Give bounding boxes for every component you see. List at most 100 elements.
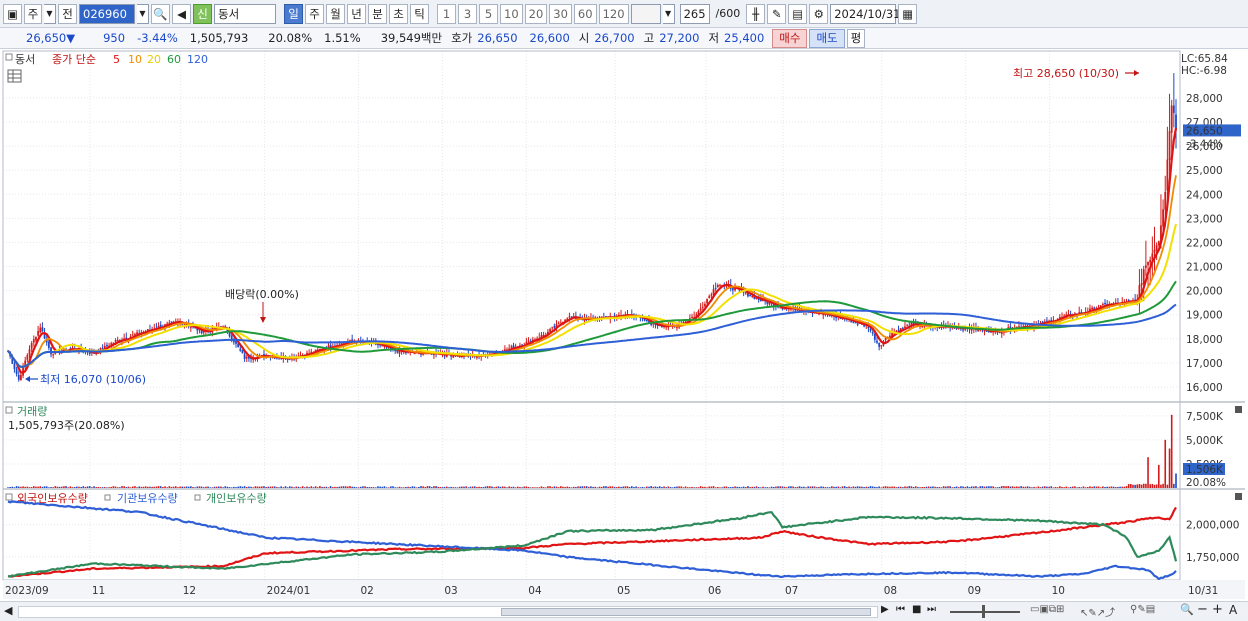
interval-1[interactable]: 1	[437, 3, 456, 24]
zoom-slider-handle[interactable]	[982, 605, 985, 618]
layout-icons[interactable]: ▭▣⧉⊞	[1030, 604, 1064, 615]
volume-bar	[1112, 486, 1115, 488]
fast-forward-icon[interactable]: ⏭	[927, 604, 936, 615]
count-input[interactable]: 265	[679, 3, 710, 24]
volume-bar	[938, 487, 941, 488]
volume-bar	[1147, 457, 1149, 488]
sell-button[interactable]: 매도	[809, 28, 845, 48]
volume-bar	[151, 486, 153, 488]
legend-stock-name[interactable]: 동서	[15, 53, 35, 66]
prev-button[interactable]: 전	[58, 3, 77, 24]
volume-bar	[788, 486, 790, 488]
type-dropdown-icon[interactable]: ▼	[44, 3, 56, 24]
period-tick[interactable]: 틱	[410, 3, 429, 24]
table-icon[interactable]	[7, 69, 22, 83]
volume-bar	[510, 486, 513, 488]
period-month[interactable]: 월	[326, 3, 345, 24]
period-day[interactable]: 일	[284, 3, 303, 24]
candle-type-icon[interactable]: ╫	[746, 3, 766, 24]
drawing-icons[interactable]: ↖✎↗⤴	[1080, 604, 1115, 619]
volume-bar	[484, 486, 487, 488]
interval-10[interactable]: 10	[500, 3, 523, 24]
type-select[interactable]: 주	[24, 3, 42, 24]
volume-bar	[945, 486, 947, 488]
volume-bar	[235, 487, 237, 488]
stop-icon[interactable]: ■	[912, 604, 921, 615]
volume-bar	[372, 487, 375, 488]
volume-bar	[458, 486, 461, 488]
draw-tool-icon[interactable]: ✎	[767, 3, 787, 24]
legend-ma60[interactable]: 60	[167, 53, 181, 66]
volume-bar	[732, 486, 734, 488]
volume-bar	[874, 486, 876, 488]
interval-120[interactable]: 120	[598, 3, 629, 24]
chart-canvas[interactable]: 28,00027,00026,00025,00024,00023,00022,0…	[0, 49, 1248, 601]
period-year[interactable]: 년	[347, 3, 366, 24]
scrollbar-thumb[interactable]	[501, 608, 871, 616]
evaluate-button[interactable]: 평	[846, 28, 866, 48]
zoom-slider[interactable]	[950, 611, 1020, 613]
interval-20[interactable]: 20	[524, 3, 548, 24]
date-input[interactable]: 2024/10/31	[830, 3, 901, 24]
candle-body	[1153, 249, 1156, 253]
legend-ma5[interactable]: 5	[113, 53, 120, 66]
legend-institution[interactable]: 기관보유수량	[117, 492, 178, 505]
save-icon[interactable]: ▤	[788, 3, 808, 24]
low-annotation: 최저 16,070 (10/06)	[25, 373, 146, 386]
rewind-icon[interactable]: ⏮	[896, 604, 905, 615]
interval-5[interactable]: 5	[479, 3, 498, 24]
period-week[interactable]: 주	[305, 3, 324, 24]
stock-name-field[interactable]: 동서	[214, 3, 276, 24]
zoom-out-icon[interactable]: −	[1197, 602, 1208, 617]
volume-bar	[1024, 486, 1027, 488]
stock-code-input[interactable]: 026960	[79, 3, 135, 24]
volume-bar	[489, 486, 491, 488]
interval-3[interactable]: 3	[458, 3, 477, 24]
interval-60[interactable]: 60	[573, 3, 597, 24]
volume-bar	[379, 486, 381, 488]
magnify-icon[interactable]: 🔍	[1180, 603, 1194, 616]
candle-body	[880, 345, 883, 347]
legend-ma20[interactable]: 20	[147, 53, 161, 66]
candle-body	[17, 374, 20, 380]
volume-pane-close-icon[interactable]	[1235, 406, 1242, 413]
volume-bar	[695, 487, 698, 488]
volume-bar	[949, 486, 951, 488]
period-minute[interactable]: 분	[368, 3, 387, 24]
legend-individual[interactable]: 개인보유수량	[206, 492, 267, 505]
legend-ma120[interactable]: 120	[187, 53, 208, 66]
scroll-left-icon[interactable]: ◀	[4, 604, 12, 617]
volume-bar	[998, 486, 1001, 488]
scroll-right-icon[interactable]: ▶	[881, 604, 889, 615]
horizontal-scrollbar[interactable]	[18, 606, 878, 618]
interval-dropdown-icon[interactable]: ▼	[662, 3, 675, 24]
font-size-icon[interactable]: A	[1229, 603, 1237, 617]
volume-title[interactable]: 거래량	[17, 405, 47, 418]
interval-30[interactable]: 30	[549, 3, 572, 24]
volume-bar	[211, 487, 214, 488]
volume-bar	[228, 487, 231, 488]
volume-bar	[609, 486, 612, 488]
interval-custom-input[interactable]	[630, 3, 661, 24]
search-icon[interactable]: 🔍	[151, 3, 170, 24]
volume-bar	[908, 486, 911, 488]
zoom-in-icon[interactable]: +	[1212, 602, 1223, 617]
legend-foreign[interactable]: 외국인보유수량	[17, 492, 88, 505]
period-second[interactable]: 초	[389, 3, 408, 24]
volume-bar	[52, 487, 54, 488]
volume-bar	[1063, 487, 1065, 488]
legend-ma10[interactable]: 10	[128, 53, 142, 66]
buy-button[interactable]: 매수	[772, 28, 808, 48]
gear-icon[interactable]: ⚙	[809, 3, 829, 24]
window-menu-icon[interactable]: ▣	[3, 3, 22, 24]
holdings-pane-close-icon[interactable]	[1235, 493, 1242, 500]
volume-bar	[24, 486, 27, 488]
volume-bar	[955, 486, 958, 488]
tool-icons[interactable]: ⚲✎▤	[1130, 604, 1155, 615]
legend-ma-label[interactable]: 종가 단순	[52, 53, 96, 66]
speaker-icon[interactable]: ◀	[172, 3, 191, 24]
ask-label: 호가	[451, 31, 473, 45]
calendar-icon[interactable]: ▦	[898, 3, 918, 24]
code-dropdown-icon[interactable]: ▼	[137, 3, 149, 24]
volume-bar	[618, 486, 620, 488]
